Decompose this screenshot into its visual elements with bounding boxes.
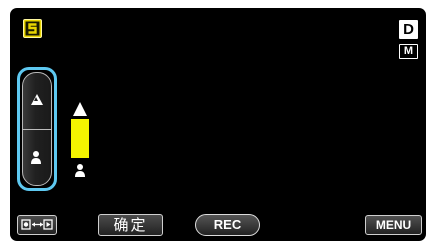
- focus-near-button[interactable]: [22, 130, 52, 186]
- focus-near-indicator: [74, 163, 86, 177]
- near-person-icon: [31, 151, 41, 164]
- far-mountain-icon: [31, 94, 43, 105]
- display-badge: D: [399, 20, 418, 39]
- focus-level-bar: [71, 119, 89, 158]
- near-person-icon: [75, 164, 85, 177]
- far-mountain-icon: [73, 102, 87, 116]
- manual-mode-badge: M: [399, 44, 418, 59]
- confirm-button[interactable]: 确定: [98, 214, 163, 236]
- camera-lcd-screen: D M 确定 REC MENU: [10, 8, 426, 241]
- scene-mode-icon: [23, 19, 42, 38]
- rec-button[interactable]: REC: [195, 214, 260, 236]
- display-switch-button[interactable]: [17, 215, 57, 235]
- menu-button[interactable]: MENU: [365, 215, 422, 235]
- focus-far-indicator: [72, 101, 88, 116]
- display-switch-icon: [21, 219, 53, 230]
- focus-far-button[interactable]: [22, 73, 52, 129]
